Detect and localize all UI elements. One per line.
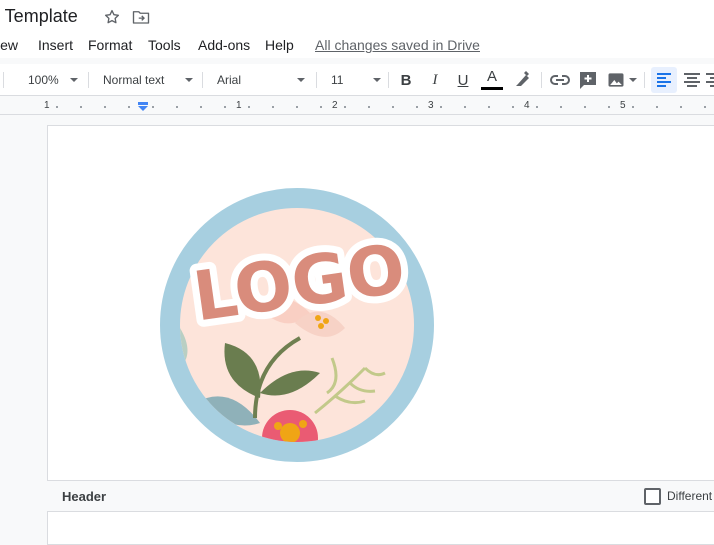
chevron-down-icon bbox=[185, 78, 193, 82]
align-left-icon bbox=[657, 73, 671, 87]
ruler-tick bbox=[416, 106, 418, 108]
header-label: Header bbox=[62, 489, 107, 504]
logo-image[interactable]: LOGO LOGO bbox=[160, 188, 434, 462]
ruler-number: 4 bbox=[524, 100, 530, 111]
menu-view[interactable]: iew bbox=[0, 37, 18, 53]
paragraph-style-value: Normal text bbox=[103, 73, 165, 87]
ruler-tick bbox=[296, 106, 298, 108]
toolbar-divider bbox=[88, 72, 89, 88]
zoom-value: 100% bbox=[28, 73, 59, 87]
italic-icon[interactable]: I bbox=[423, 68, 447, 92]
toolbar-divider bbox=[316, 72, 317, 88]
bold-label: B bbox=[400, 71, 412, 89]
paragraph-style-select[interactable]: Normal text bbox=[103, 64, 193, 96]
menu-insert[interactable]: Insert bbox=[38, 37, 73, 53]
document-title[interactable]: e Template bbox=[0, 6, 78, 27]
image-icon bbox=[608, 73, 623, 87]
ruler-tick bbox=[608, 106, 610, 108]
ruler-number: 1 bbox=[44, 100, 50, 111]
ruler-tick bbox=[584, 106, 586, 108]
ruler-number: 3 bbox=[428, 100, 434, 111]
ruler-tick bbox=[80, 106, 82, 108]
ruler-number: 2 bbox=[332, 100, 338, 111]
insert-image-button[interactable] bbox=[603, 68, 639, 92]
ruler-tick bbox=[200, 106, 202, 108]
move-to-folder-icon[interactable] bbox=[132, 9, 150, 25]
indent-marker-icon[interactable] bbox=[137, 102, 149, 112]
ruler-number: 1 bbox=[236, 100, 242, 111]
ruler-tick bbox=[344, 106, 346, 108]
ruler-tick bbox=[248, 106, 250, 108]
text-color-label: A bbox=[486, 68, 497, 85]
ruler-tick bbox=[464, 106, 466, 108]
chevron-down-icon bbox=[373, 78, 381, 82]
align-right-icon[interactable] bbox=[706, 68, 714, 92]
ruler-tick bbox=[704, 106, 706, 108]
align-left-button[interactable] bbox=[651, 67, 677, 93]
text-color-swatch bbox=[481, 87, 503, 90]
menu-bar: iew Insert Format Tools Add-ons Help All… bbox=[0, 34, 714, 58]
different-first-page-checkbox[interactable] bbox=[644, 488, 661, 505]
toolbar-divider bbox=[541, 72, 542, 88]
underline-icon[interactable]: U bbox=[451, 68, 475, 92]
menu-help[interactable]: Help bbox=[265, 37, 294, 53]
header-bar: Header Different f bbox=[47, 480, 714, 512]
ruler-tick bbox=[488, 106, 490, 108]
font-size-select[interactable]: 11 bbox=[331, 64, 381, 96]
font-value: Arial bbox=[217, 73, 242, 87]
toolbar-divider bbox=[3, 72, 4, 88]
ruler-tick bbox=[152, 106, 154, 108]
comment-icon[interactable] bbox=[576, 68, 600, 92]
save-status-link[interactable]: All changes saved in Drive bbox=[315, 37, 480, 53]
menu-addons[interactable]: Add-ons bbox=[198, 37, 250, 53]
text-color-icon[interactable]: A bbox=[480, 68, 504, 92]
toolbar-divider bbox=[644, 72, 645, 88]
title-bar: e Template bbox=[0, 0, 714, 34]
ruler-tick bbox=[320, 106, 322, 108]
toolbar: 100% Normal text Arial 11 B I U A bbox=[0, 64, 714, 96]
star-icon[interactable] bbox=[103, 8, 121, 26]
ruler-tick bbox=[128, 106, 130, 108]
chevron-down-icon bbox=[70, 78, 78, 82]
link-icon[interactable] bbox=[548, 68, 572, 92]
ruler-tick bbox=[224, 106, 226, 108]
chevron-down-icon bbox=[297, 78, 305, 82]
font-size-value: 11 bbox=[331, 73, 344, 87]
ruler-tick bbox=[680, 106, 682, 108]
ruler-tick bbox=[632, 106, 634, 108]
ruler-tick bbox=[56, 106, 58, 108]
different-first-page-label[interactable]: Different f bbox=[667, 489, 714, 503]
menu-tools[interactable]: Tools bbox=[148, 37, 181, 53]
ruler-tick bbox=[536, 106, 538, 108]
zoom-select[interactable]: 100% bbox=[28, 64, 78, 96]
font-select[interactable]: Arial bbox=[217, 64, 305, 96]
toolbar-divider bbox=[202, 72, 203, 88]
chevron-down-icon bbox=[628, 78, 637, 82]
ruler-tick bbox=[440, 106, 442, 108]
ruler-tick bbox=[368, 106, 370, 108]
ruler-tick bbox=[272, 106, 274, 108]
ruler-tick bbox=[512, 106, 514, 108]
ruler-tick bbox=[104, 106, 106, 108]
ruler-tick bbox=[656, 106, 658, 108]
italic-label: I bbox=[432, 71, 438, 88]
toolbar-divider bbox=[388, 72, 389, 88]
highlight-icon[interactable] bbox=[510, 68, 534, 92]
horizontal-ruler[interactable]: 1 1 2 3 4 5 bbox=[0, 99, 714, 115]
ruler-tick bbox=[560, 106, 562, 108]
ruler-tick bbox=[392, 106, 394, 108]
ruler-number: 5 bbox=[620, 100, 626, 111]
underline-label: U bbox=[457, 71, 469, 89]
bold-icon[interactable]: B bbox=[394, 68, 418, 92]
ruler-tick bbox=[176, 106, 178, 108]
menu-format[interactable]: Format bbox=[88, 37, 132, 53]
align-center-icon[interactable] bbox=[680, 68, 704, 92]
